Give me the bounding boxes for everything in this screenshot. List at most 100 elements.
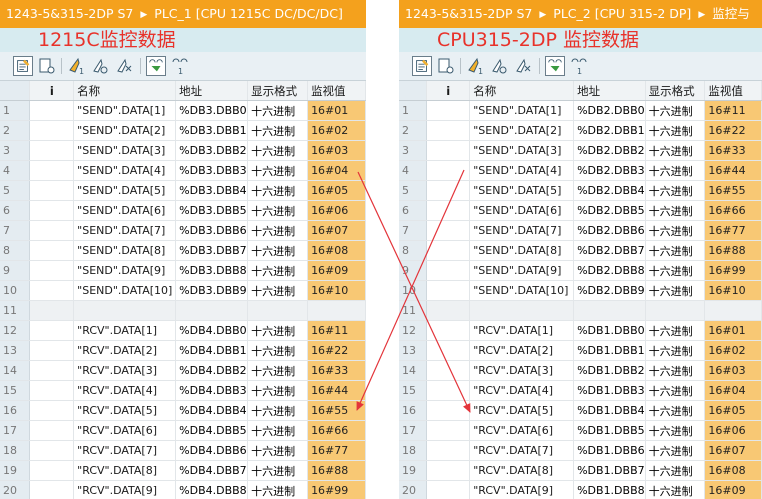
table-row[interactable]: 15 "RCV".DATA[4] %DB4.DBB3 十六进制 16#44 (0, 380, 366, 401)
address-cell[interactable]: %DB3.DBB8 (175, 260, 249, 281)
breadcrumb-device[interactable]: PLC_2 [CPU 315-2 DP] (553, 6, 691, 21)
table-row[interactable]: 12 "RCV".DATA[1] %DB1.DBB0 十六进制 16#01 (399, 320, 762, 341)
display-format-cell[interactable]: 十六进制 (247, 440, 309, 461)
tag-name-cell[interactable]: "SEND".DATA[7] (469, 220, 575, 241)
monitor-value-cell[interactable]: 16#88 (704, 240, 762, 261)
monitor-value-cell[interactable]: 16#99 (704, 260, 762, 281)
table-row[interactable]: 7 "SEND".DATA[7] %DB2.DBB6 十六进制 16#77 (399, 220, 762, 241)
display-format-cell[interactable]: 十六进制 (247, 180, 309, 201)
monitor-value-cell[interactable]: 16#22 (704, 120, 762, 141)
display-format-cell[interactable]: 十六进制 (247, 100, 309, 121)
column-header-info[interactable]: i (426, 81, 471, 101)
monitor-value-cell[interactable]: 16#03 (704, 360, 762, 381)
table-row[interactable]: 17 "RCV".DATA[6] %DB4.DBB5 十六进制 16#66 (0, 420, 366, 441)
force-all-icon[interactable] (90, 56, 110, 76)
monitor-value-cell[interactable]: 16#02 (704, 340, 762, 361)
display-format-cell[interactable]: 十六进制 (645, 400, 706, 421)
address-cell[interactable]: %DB3.DBB6 (175, 220, 249, 241)
monitor-value-cell[interactable]: 16#02 (307, 120, 366, 141)
display-format-cell[interactable]: 十六进制 (247, 160, 309, 181)
force-icon[interactable]: 1 (66, 56, 86, 76)
display-format-cell[interactable]: 十六进制 (645, 480, 706, 499)
address-cell[interactable]: %DB1.DBB6 (573, 440, 646, 461)
address-cell[interactable]: %DB2.DBB4 (573, 180, 646, 201)
tag-name-cell[interactable]: "SEND".DATA[4] (73, 160, 177, 181)
display-format-cell[interactable]: 十六进制 (645, 380, 706, 401)
tag-name-cell[interactable]: "SEND".DATA[3] (73, 140, 177, 161)
monitor-value-cell[interactable]: 16#77 (307, 440, 366, 461)
address-cell[interactable]: %DB1.DBB4 (573, 400, 646, 421)
tag-name-cell[interactable]: "RCV".DATA[8] (73, 460, 177, 481)
address-cell[interactable]: %DB2.DBB7 (573, 240, 646, 261)
table-row[interactable]: 16 "RCV".DATA[5] %DB4.DBB4 十六进制 16#55 (0, 400, 366, 421)
address-cell[interactable]: %DB4.DBB1 (175, 340, 249, 361)
display-format-cell[interactable]: 十六进制 (645, 360, 706, 381)
breadcrumb-device[interactable]: PLC_1 [CPU 1215C DC/DC/DC] (154, 6, 343, 21)
tag-name-cell[interactable]: "SEND".DATA[6] (469, 200, 575, 221)
tag-name-cell[interactable]: "SEND".DATA[1] (469, 100, 575, 121)
display-format-cell[interactable]: 十六进制 (247, 420, 309, 441)
table-row[interactable]: 4 "SEND".DATA[4] %DB3.DBB3 十六进制 16#04 (0, 160, 366, 181)
display-format-cell[interactable]: 十六进制 (645, 420, 706, 441)
tag-name-cell[interactable]: "SEND".DATA[10] (73, 280, 177, 301)
tag-name-cell[interactable]: "RCV".DATA[5] (469, 400, 575, 421)
display-format-cell[interactable]: 十六进制 (645, 120, 706, 141)
monitor-value-cell[interactable]: 16#08 (704, 460, 762, 481)
address-cell[interactable]: %DB3.DBB7 (175, 240, 249, 261)
table-row[interactable]: 15 "RCV".DATA[4] %DB1.DBB3 十六进制 16#04 (399, 380, 762, 401)
monitor-value-cell[interactable]: 16#77 (704, 220, 762, 241)
address-cell[interactable]: %DB2.DBB2 (573, 140, 646, 161)
tag-name-cell[interactable]: "RCV".DATA[5] (73, 400, 177, 421)
display-format-cell[interactable]: 十六进制 (645, 240, 706, 261)
address-cell[interactable]: %DB3.DBB1 (175, 120, 249, 141)
tag-name-cell[interactable]: "RCV".DATA[2] (469, 340, 575, 361)
address-cell[interactable]: %DB4.DBB0 (175, 320, 249, 341)
monitor-all-icon[interactable] (545, 56, 565, 76)
display-format-cell[interactable]: 十六进制 (645, 460, 706, 481)
tag-name-cell[interactable]: "RCV".DATA[1] (469, 320, 575, 341)
monitor-value-cell[interactable]: 16#04 (704, 380, 762, 401)
monitor-value-cell[interactable]: 16#10 (704, 280, 762, 301)
monitor-value-cell[interactable]: 16#11 (704, 100, 762, 121)
address-cell[interactable]: %DB3.DBB0 (175, 100, 249, 121)
display-format-cell[interactable]: 十六进制 (247, 340, 309, 361)
tag-name-cell[interactable]: "SEND".DATA[6] (73, 200, 177, 221)
display-format-cell[interactable]: 十六进制 (645, 180, 706, 201)
table-row[interactable]: 14 "RCV".DATA[3] %DB1.DBB2 十六进制 16#03 (399, 360, 762, 381)
monitor-value-cell[interactable]: 16#05 (704, 400, 762, 421)
monitor-value-cell[interactable]: 16#44 (307, 380, 366, 401)
tag-name-cell[interactable]: "RCV".DATA[3] (469, 360, 575, 381)
table-row[interactable]: 5 "SEND".DATA[5] %DB2.DBB4 十六进制 16#55 (399, 180, 762, 201)
display-format-cell[interactable]: 十六进制 (247, 260, 309, 281)
monitor-once-icon[interactable]: 1 (569, 56, 589, 76)
monitor-value-cell[interactable]: 16#66 (704, 200, 762, 221)
address-cell[interactable]: %DB1.DBB7 (573, 460, 646, 481)
table-row[interactable]: 6 "SEND".DATA[6] %DB2.DBB5 十六进制 16#66 (399, 200, 762, 221)
tag-name-cell[interactable]: "SEND".DATA[9] (73, 260, 177, 281)
address-cell[interactable]: %DB4.DBB5 (175, 420, 249, 441)
tag-name-cell[interactable] (73, 300, 177, 321)
address-cell[interactable]: %DB4.DBB7 (175, 460, 249, 481)
monitor-value-cell[interactable]: 16#55 (704, 180, 762, 201)
address-cell[interactable]: %DB2.DBB6 (573, 220, 646, 241)
display-format-cell[interactable]: 十六进制 (645, 260, 706, 281)
tag-name-cell[interactable]: "SEND".DATA[4] (469, 160, 575, 181)
table-row[interactable]: 10 "SEND".DATA[10] %DB2.DBB9 十六进制 16#10 (399, 280, 762, 301)
address-cell[interactable]: %DB2.DBB3 (573, 160, 646, 181)
monitor-icon[interactable] (436, 56, 456, 76)
address-cell[interactable] (573, 300, 646, 321)
display-format-cell[interactable]: 十六进制 (247, 280, 309, 301)
display-format-cell[interactable]: 十六进制 (645, 340, 706, 361)
table-row[interactable]: 20 "RCV".DATA[9] %DB4.DBB8 十六进制 16#99 (0, 480, 366, 499)
column-header-format[interactable]: 显示格式 (645, 81, 706, 101)
table-row[interactable]: 18 "RCV".DATA[7] %DB4.DBB6 十六进制 16#77 (0, 440, 366, 461)
column-header-value[interactable]: 监视值 (704, 81, 762, 101)
monitor-value-cell[interactable]: 16#99 (307, 480, 366, 499)
tag-name-cell[interactable]: "SEND".DATA[8] (73, 240, 177, 261)
table-row[interactable]: 8 "SEND".DATA[8] %DB3.DBB7 十六进制 16#08 (0, 240, 366, 261)
table-row[interactable]: 4 "SEND".DATA[4] %DB2.DBB3 十六进制 16#44 (399, 160, 762, 181)
table-row[interactable]: 11 (0, 300, 366, 321)
address-cell[interactable]: %DB4.DBB8 (175, 480, 249, 499)
tag-name-cell[interactable]: "RCV".DATA[7] (469, 440, 575, 461)
breadcrumb-project[interactable]: 1243-5&315-2DP S7 (405, 6, 532, 21)
